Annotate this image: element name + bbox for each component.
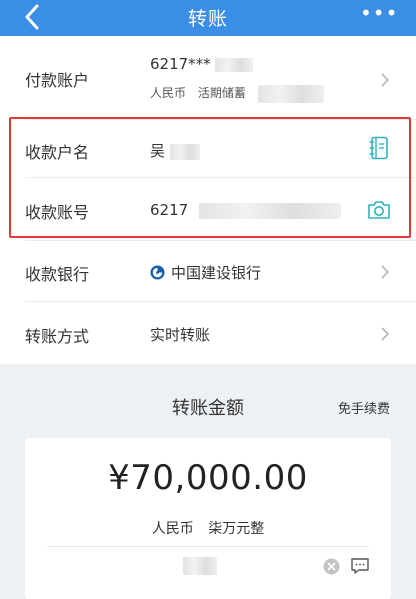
more-options-icon[interactable]: ••• bbox=[360, 3, 397, 28]
payer-account-type: 活期储蓄 bbox=[197, 86, 246, 100]
redacted-block bbox=[257, 84, 324, 103]
payee-bank-row[interactable]: 收款银行 中国建设银行 bbox=[0, 240, 416, 302]
divider bbox=[25, 240, 416, 241]
clear-icon[interactable] bbox=[323, 558, 340, 575]
amount-input[interactable]: ¥70,000.00 bbox=[25, 458, 391, 498]
message-icon[interactable] bbox=[350, 557, 370, 575]
transfer-method-label: 转账方式 bbox=[25, 327, 90, 346]
payee-bank-label: 收款银行 bbox=[25, 265, 90, 284]
payer-currency: 人民币 bbox=[150, 86, 187, 100]
payer-account-label: 付款账户 bbox=[25, 71, 90, 90]
chevron-right-icon bbox=[380, 326, 390, 341]
remark-field[interactable] bbox=[183, 557, 217, 575]
amount-words-value: 柒万元整 bbox=[208, 521, 265, 537]
divider bbox=[47, 546, 369, 547]
amount-currency: 人民币 bbox=[151, 521, 194, 537]
chevron-right-icon bbox=[380, 72, 390, 87]
transfer-method-value: 实时转账 bbox=[150, 326, 211, 344]
amount-in-words: 人民币 柒万元整 bbox=[25, 518, 391, 538]
transfer-method-row[interactable]: 转账方式 实时转账 bbox=[0, 302, 416, 364]
amount-card: ¥70,000.00 人民币 柒万元整 bbox=[25, 438, 391, 599]
payer-account-number: 6217*** bbox=[150, 55, 254, 73]
payer-account-row[interactable]: 付款账户 6217*** 人民币 活期储蓄 bbox=[0, 36, 416, 120]
highlight-box bbox=[9, 117, 411, 238]
fee-label: 免手续费 bbox=[337, 402, 390, 417]
payee-bank-value: 中国建设银行 bbox=[171, 264, 262, 282]
redacted-block bbox=[215, 57, 254, 72]
payee-bank-field: 中国建设银行 bbox=[150, 262, 261, 283]
top-nav-bar: 转账 ••• bbox=[0, 0, 416, 36]
amount-section: 转账金额 免手续费 ¥70,000.00 人民币 柒万元整 bbox=[0, 364, 416, 599]
bank-logo-icon bbox=[150, 265, 165, 280]
payer-account-masked: 6217*** bbox=[150, 55, 211, 73]
payer-account-details: 人民币 活期储蓄 bbox=[150, 84, 332, 103]
page-title: 转账 bbox=[187, 8, 228, 30]
chevron-right-icon bbox=[380, 264, 390, 279]
